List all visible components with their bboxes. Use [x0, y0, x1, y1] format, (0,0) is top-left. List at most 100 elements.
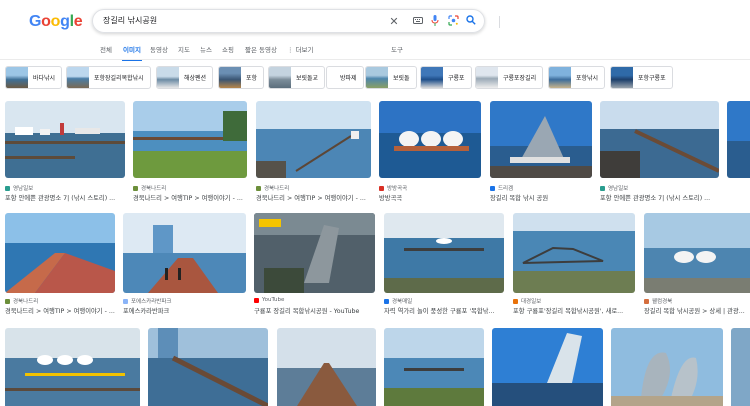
- chip-thumbnail: [157, 67, 179, 88]
- camera-lens-icon[interactable]: [446, 15, 460, 29]
- result-thumbnail[interactable]: [644, 213, 750, 293]
- chip-label: 해상펜션: [184, 75, 207, 82]
- source-name: 포에스카라반파크: [131, 299, 172, 305]
- tools-button[interactable]: 도구: [391, 44, 403, 54]
- close-icon[interactable]: ✕: [387, 15, 401, 29]
- result-caption[interactable]: 경북나드리 > 여행TIP > 여행이야기 - ...: [5, 306, 115, 315]
- result-source: 방방곡곡: [379, 184, 407, 192]
- chip-label: 보릿돌교: [296, 75, 319, 82]
- chip-pohang-guryongpo[interactable]: 포항구룡포: [610, 66, 673, 89]
- source-name: 방방곡곡: [387, 186, 408, 192]
- source-favicon-icon: [5, 298, 10, 304]
- result-thumbnail[interactable]: [254, 213, 375, 293]
- result-source: 경북나드리: [256, 184, 289, 192]
- result-source: 경북나드리: [5, 297, 38, 305]
- source-name: 경북나드리: [264, 186, 290, 192]
- result-thumbnail[interactable]: [490, 101, 592, 178]
- result-thumbnail[interactable]: [5, 213, 115, 293]
- source-favicon-icon: [5, 185, 10, 191]
- result-caption[interactable]: 포항 안에쁜 관광명소 7| (낚시 스토리) ...: [5, 193, 125, 202]
- search-box[interactable]: 장길리 낚시공원 ✕: [92, 9, 500, 33]
- source-name: 경북나드리: [141, 186, 167, 192]
- result-source: 웰컴경북: [644, 297, 672, 305]
- result-thumbnail[interactable]: [492, 328, 603, 406]
- chip-guryongpo[interactable]: 구룡포: [420, 66, 472, 89]
- result-source: 영남일보: [5, 184, 33, 192]
- search-input[interactable]: 장길리 낚시공원: [103, 15, 157, 26]
- result-thumbnail[interactable]: [513, 213, 635, 293]
- result-caption[interactable]: 자력 역가리 놀이 풍성한 구룡포 '복합낚...: [384, 306, 504, 315]
- tab-maps[interactable]: 지도: [178, 44, 190, 54]
- result-thumbnail[interactable]: [148, 328, 268, 406]
- result-thumbnail[interactable]: [133, 101, 247, 178]
- result-thumbnail[interactable]: [731, 328, 750, 406]
- chip-label: 구룡포장길리: [503, 75, 537, 82]
- chip-label: 포항장길리복합낚시: [94, 75, 144, 82]
- chip-breakwater[interactable]: 방파제: [326, 66, 364, 89]
- chip-boritdol-bridge[interactable]: 보릿돌교: [268, 66, 326, 89]
- source-favicon-icon: [384, 298, 389, 304]
- chip-thumbnail: [611, 67, 633, 88]
- source-name: 경북나드리: [13, 299, 39, 305]
- source-favicon-icon: [133, 185, 138, 191]
- chip-thumbnail: [67, 67, 89, 88]
- result-thumbnail[interactable]: [277, 328, 376, 406]
- result-thumbnail[interactable]: [384, 328, 484, 406]
- chip-label: 구룡포: [448, 75, 465, 82]
- chip-pohang-fishing[interactable]: 포항낚시: [548, 66, 606, 89]
- tab-news[interactable]: 뉴스: [200, 44, 212, 54]
- chip-pohang[interactable]: 포항: [218, 66, 265, 89]
- result-caption[interactable]: 포항 안에쁜 관광명소 7| (낚시 스토리) ...: [600, 193, 719, 202]
- chip-label: 방파제: [340, 75, 357, 82]
- result-caption[interactable]: 구룡포 장길리 복합낚시공원 - YouTube: [254, 306, 375, 315]
- chip-sea-pension[interactable]: 해상펜션: [156, 66, 214, 89]
- tab-videos[interactable]: 동영상: [150, 44, 168, 54]
- chip-thumbnail: [6, 67, 28, 88]
- tab-shopping[interactable]: 쇼핑: [222, 44, 234, 54]
- result-caption[interactable]: 장길리 복합 낚시 공원: [490, 193, 592, 202]
- chip-thumbnail: [421, 67, 443, 88]
- result-caption[interactable]: 경북나드리 > 여행TIP > 여행이야기 - ...: [133, 193, 247, 202]
- chip-thumbnail: [219, 67, 241, 88]
- chip-pohang-janggil-fishing[interactable]: 포항장길리복합낚시: [66, 66, 151, 89]
- tab-images[interactable]: 이미지: [123, 44, 141, 54]
- result-source: 대경일보: [513, 297, 541, 305]
- source-name: 영남일보: [608, 186, 629, 192]
- chip-label: 포항구룡포: [638, 75, 666, 82]
- result-thumbnail[interactable]: [727, 101, 750, 178]
- result-caption[interactable]: 방방곡곡: [379, 193, 481, 202]
- chip-sea-fishing[interactable]: 바다낚시: [5, 66, 63, 89]
- result-thumbnail[interactable]: [5, 101, 125, 178]
- result-caption[interactable]: 포에스카라반파크: [123, 306, 246, 315]
- source-favicon-icon: [490, 185, 495, 191]
- result-thumbnail[interactable]: [384, 213, 504, 293]
- result-caption[interactable]: 장길리 복합 낚시공원 > 상세 | 관광...: [644, 306, 750, 315]
- result-thumbnail[interactable]: [379, 101, 481, 178]
- microphone-icon[interactable]: [428, 15, 442, 29]
- source-name: 대경일보: [521, 299, 542, 305]
- result-caption[interactable]: 경북나드리 > 여행TIP > 여행이야기 - ...: [256, 193, 371, 202]
- tab-more[interactable]: ⋮ 더보기: [287, 44, 314, 54]
- result-source: YouTube: [254, 297, 284, 303]
- result-thumbnail[interactable]: [256, 101, 371, 178]
- search-divider: [499, 16, 500, 28]
- result-thumbnail[interactable]: [123, 213, 246, 293]
- result-thumbnail[interactable]: [611, 328, 723, 406]
- chip-label: 바다낚시: [33, 75, 56, 82]
- chip-guryongpo-janggil[interactable]: 구룡포장길리: [475, 66, 544, 89]
- result-caption[interactable]: 포항 구룡포'장길리 복합낚시공원', 새로...: [513, 306, 635, 315]
- result-thumbnail[interactable]: [5, 328, 140, 406]
- result-source: 경북매일: [384, 297, 412, 305]
- tab-all[interactable]: 전체: [100, 44, 112, 54]
- tab-short-videos[interactable]: 짧은 동영상: [245, 44, 277, 54]
- source-favicon-icon: [513, 298, 518, 304]
- chip-thumbnail: [549, 67, 571, 88]
- google-logo[interactable]: Google: [29, 13, 83, 31]
- result-thumbnail[interactable]: [600, 101, 719, 178]
- chip-thumbnail: [476, 67, 498, 88]
- search-icon[interactable]: [464, 15, 478, 29]
- chip-boritdol[interactable]: 보릿돌: [365, 66, 417, 89]
- keyboard-icon[interactable]: [411, 15, 425, 29]
- result-source: 영남일보: [600, 184, 628, 192]
- source-name: 영남일보: [13, 186, 34, 192]
